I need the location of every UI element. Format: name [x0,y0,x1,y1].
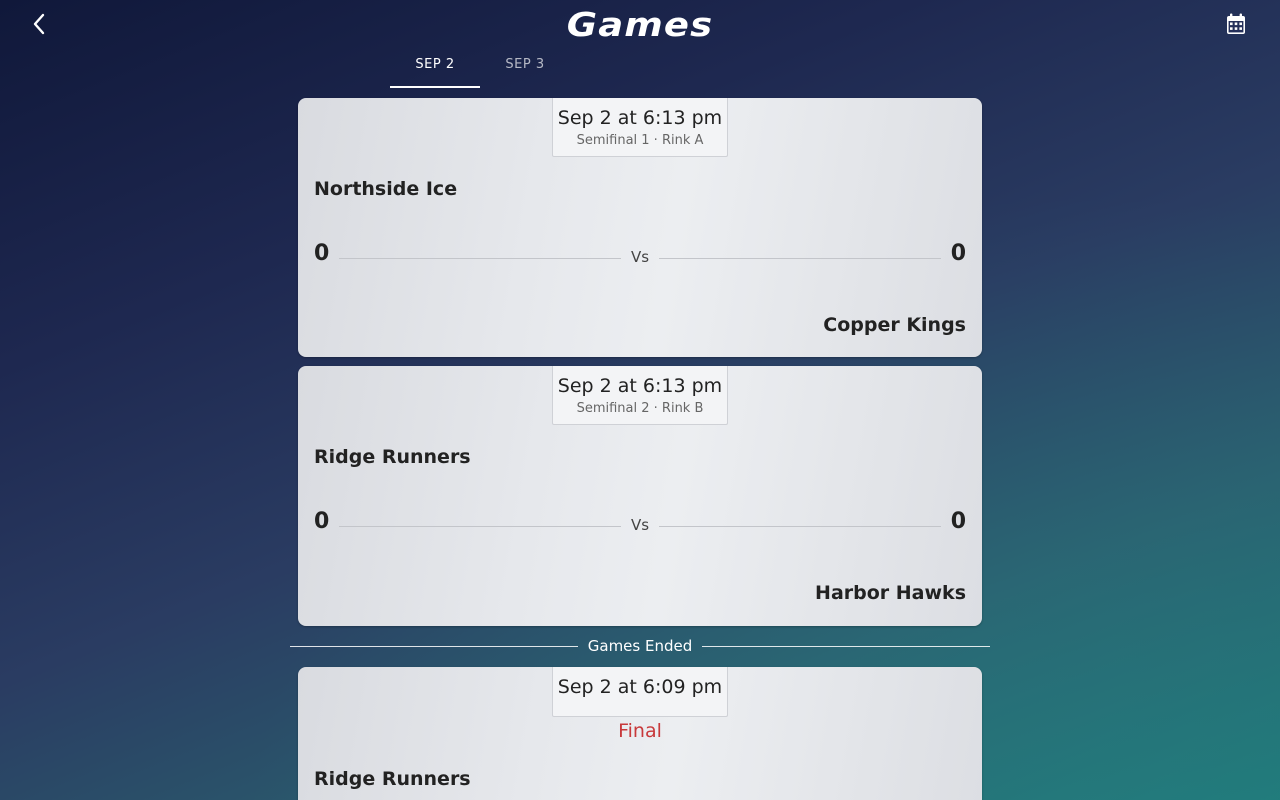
divider-rule [290,646,578,647]
game-status-final: Final [618,720,662,742]
game-card[interactable]: Sep 2 at 6:13 pm Semifinal 2 · Rink B Ri… [298,366,982,626]
game-datetime: Sep 2 at 6:13 pm [557,107,723,129]
games-ended-divider: Games Ended [290,636,990,658]
divider-rule [702,646,990,647]
away-team-name: Harbor Hawks [815,582,966,604]
calendar-icon [1227,13,1245,34]
away-score: 0 [950,241,966,266]
game-time-box: Sep 2 at 6:13 pm Semifinal 1 · Rink A [552,98,728,157]
away-score: 0 [950,509,966,534]
home-score: 0 [314,241,330,266]
games-ended-label: Games Ended [587,637,693,655]
home-score: 0 [314,509,330,534]
score-divider [659,526,941,527]
game-details: Semifinal 1 · Rink A [576,133,704,148]
score-divider [339,258,621,259]
date-tabs: SEP 2 SEP 3 [390,46,570,88]
game-time-box: Sep 2 at 6:09 pm [552,667,728,717]
game-datetime: Sep 2 at 6:09 pm [557,676,723,698]
home-team-name: Ridge Runners [314,768,471,790]
game-time-box: Sep 2 at 6:13 pm Semifinal 2 · Rink B [552,366,728,425]
page-title: Games [566,5,714,44]
vs-label: Vs [630,516,650,534]
score-divider [659,258,941,259]
game-details: Semifinal 2 · Rink B [576,401,704,416]
ended-game-card[interactable]: Sep 2 at 6:09 pm Final Ridge Runners [298,667,982,800]
calendar-button[interactable] [1222,9,1250,39]
score-divider [339,526,621,527]
tab-sep-2[interactable]: SEP 2 [390,46,480,88]
game-card[interactable]: Sep 2 at 6:13 pm Semifinal 1 · Rink A No… [298,98,982,357]
away-team-name: Copper Kings [823,314,966,336]
game-datetime: Sep 2 at 6:13 pm [557,375,723,397]
tab-sep-3[interactable]: SEP 3 [480,46,570,88]
home-team-name: Ridge Runners [314,446,471,468]
home-team-name: Northside Ice [314,178,458,200]
vs-label: Vs [630,248,650,266]
